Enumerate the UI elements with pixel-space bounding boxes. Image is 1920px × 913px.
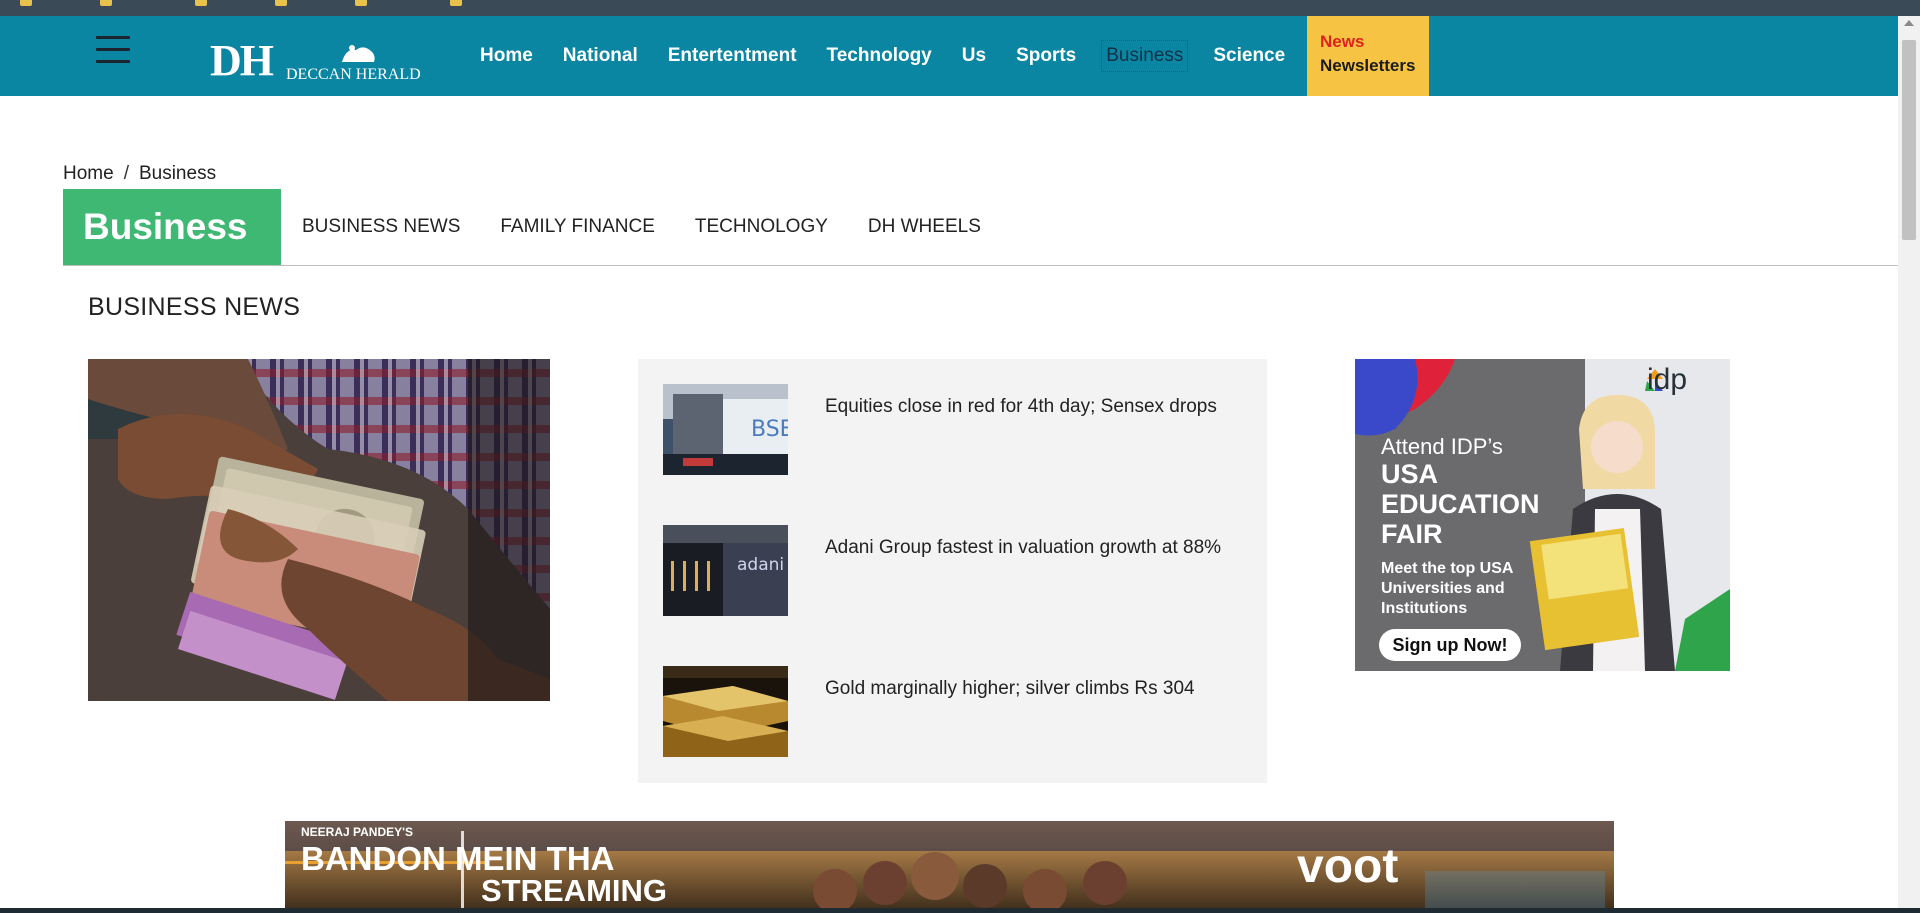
- subnav-business-news[interactable]: BUSINESS NEWS: [302, 216, 460, 238]
- logo-initials: DH: [210, 36, 274, 85]
- site-logo[interactable]: DH DECCAN HERALD: [210, 38, 435, 84]
- news-item[interactable]: BSE Equities close in red for 4th day; S…: [663, 384, 1253, 476]
- idp-brand: idp: [1647, 363, 1688, 396]
- news-thumbnail: BSE: [663, 384, 788, 475]
- svg-text:adani: adani: [737, 555, 784, 575]
- newsletter-label-news: News: [1320, 32, 1365, 51]
- stock-exchange-photo: BSE: [663, 384, 788, 475]
- idp-advertisement[interactable]: idp Attend IDP’s USA EDUCATION FAIR Meet…: [1355, 359, 1730, 671]
- news-thumbnail: [663, 666, 788, 757]
- nav-us[interactable]: Us: [962, 45, 986, 67]
- main-nav: Home National Entertentment Technology U…: [480, 16, 1315, 96]
- adani-building-photo: adani: [663, 525, 788, 616]
- voot-ad-presenter: NEERAJ PANDEY'S: [301, 825, 413, 839]
- scrollbar-thumb[interactable]: [1902, 40, 1916, 240]
- breadcrumb-separator: /: [123, 163, 129, 184]
- newsletter-label: Newsletters: [1320, 56, 1416, 75]
- subnav-family-finance[interactable]: FAMILY FINANCE: [500, 216, 655, 238]
- menu-icon[interactable]: [96, 36, 132, 66]
- subnav-dh-wheels[interactable]: DH WHEELS: [868, 216, 981, 238]
- nav-technology[interactable]: Technology: [827, 45, 932, 67]
- breadcrumb-current[interactable]: Business: [139, 163, 216, 184]
- nav-entertainment[interactable]: Entertentment: [668, 45, 797, 67]
- nav-national[interactable]: National: [563, 45, 638, 67]
- gold-bars-photo: [663, 666, 788, 757]
- scroll-up-icon[interactable]: [1904, 20, 1914, 26]
- news-title[interactable]: Adani Group fastest in valuation growth …: [825, 536, 1221, 560]
- idp-signup-button[interactable]: Sign up Now!: [1379, 629, 1521, 661]
- idp-ad-line1: Attend IDP’s: [1381, 434, 1503, 459]
- nav-home[interactable]: Home: [480, 45, 533, 67]
- news-item[interactable]: adani Adani Group fastest in valuation g…: [663, 525, 1253, 617]
- news-title[interactable]: Equities close in red for 4th day; Sense…: [825, 395, 1217, 419]
- section-sub-nav: BUSINESS NEWS FAMILY FINANCE TECHNOLOGY …: [302, 189, 1021, 265]
- svg-text:BSE: BSE: [751, 417, 788, 442]
- browser-bookmarks-bar: [0, 0, 1920, 16]
- news-thumbnail: adani: [663, 525, 788, 616]
- money-photo: [88, 359, 550, 701]
- news-title[interactable]: Gold marginally higher; silver climbs Rs…: [825, 677, 1195, 701]
- browser-bottom-edge: [0, 908, 1920, 913]
- news-item[interactable]: Gold marginally higher; silver climbs Rs…: [663, 666, 1253, 758]
- voot-ad-title: BANDON MEIN THA: [301, 840, 615, 877]
- section-header: Business BUSINESS NEWS FAMILY FINANCE TE…: [63, 189, 1898, 266]
- featured-story-image[interactable]: [88, 359, 550, 701]
- section-title: Business: [63, 189, 281, 265]
- logo-emblem-icon: [342, 45, 375, 62]
- breadcrumb-home[interactable]: Home: [63, 163, 114, 184]
- subnav-technology[interactable]: TECHNOLOGY: [695, 216, 828, 238]
- voot-brand: voot: [1297, 840, 1399, 893]
- nav-business[interactable]: Business: [1101, 40, 1189, 72]
- voot-banner-advertisement[interactable]: NEERAJ PANDEY'S BANDON MEIN THA STREAMIN…: [285, 821, 1614, 913]
- site-header: DH DECCAN HERALD Home National Entertent…: [0, 16, 1898, 96]
- nav-sports[interactable]: Sports: [1016, 45, 1076, 67]
- idp-ad-subtext: Meet the top USA Universities and Instit…: [1381, 560, 1513, 617]
- nav-science[interactable]: Science: [1213, 45, 1285, 67]
- news-list: BSE Equities close in red for 4th day; S…: [638, 359, 1267, 783]
- page-scrollbar[interactable]: [1898, 16, 1920, 913]
- idp-ad-headline: USA EDUCATION FAIR: [1381, 459, 1540, 549]
- breadcrumb: Home / Business: [63, 163, 216, 185]
- newsletter-button[interactable]: News Newsletters: [1307, 16, 1429, 96]
- voot-ad-streaming: STREAMING: [481, 873, 667, 908]
- news-heading: BUSINESS NEWS: [88, 293, 301, 321]
- logo-name: DECCAN HERALD: [286, 66, 421, 83]
